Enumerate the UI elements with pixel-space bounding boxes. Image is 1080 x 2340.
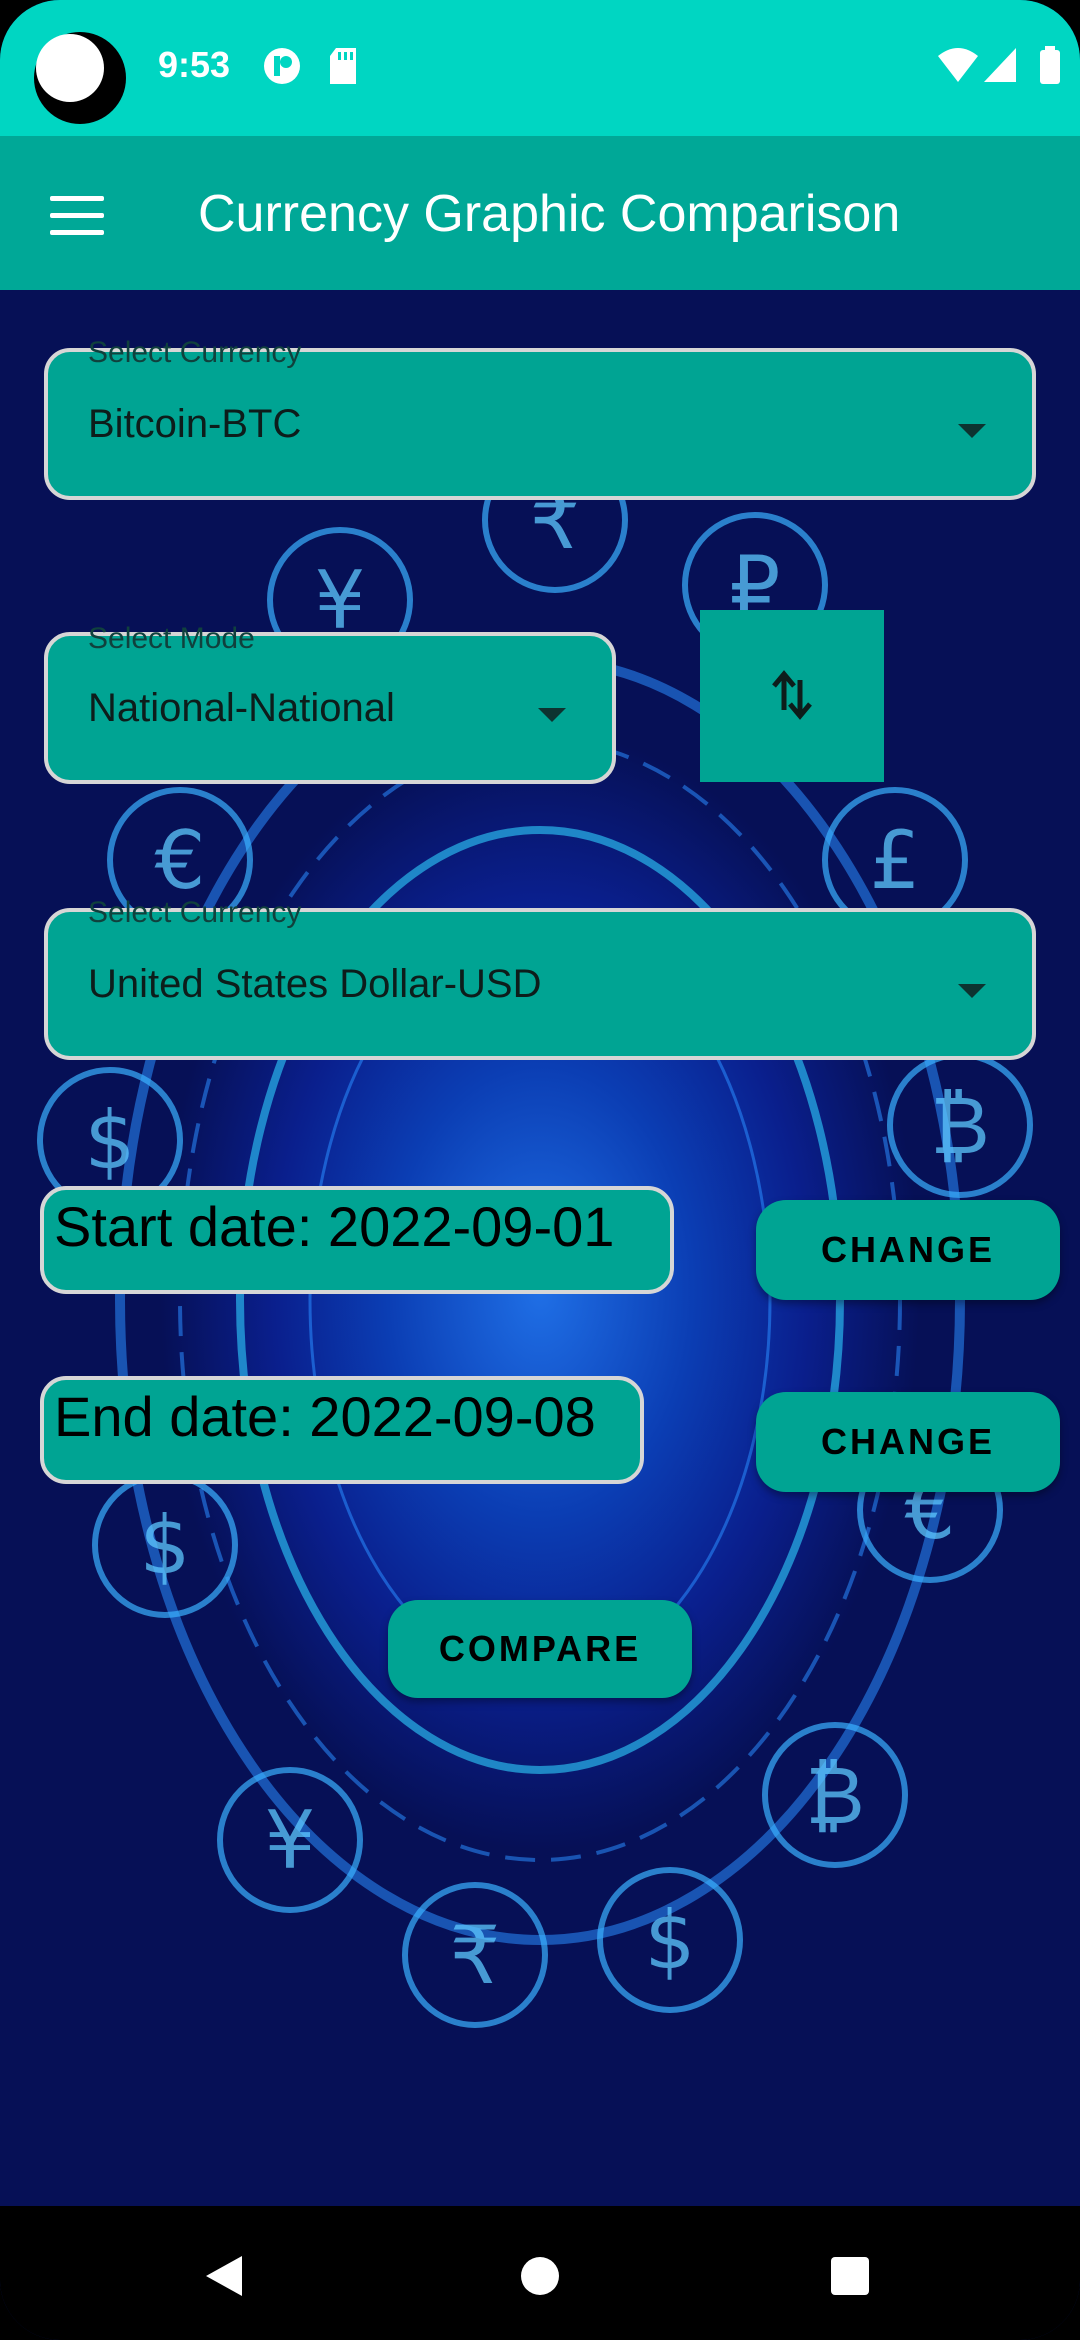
- mode-value: National-National: [88, 686, 395, 730]
- swap-currencies-button[interactable]: [700, 610, 884, 782]
- wifi-icon: [938, 48, 978, 82]
- currency-from-value: Bitcoin-BTC: [88, 402, 302, 446]
- currency-from-label: Select Currency: [88, 336, 302, 369]
- svg-text:¥: ¥: [265, 1794, 316, 1887]
- status-bar: 9:53: [0, 0, 1080, 136]
- end-date-text: End date: 2022-09-08: [54, 1385, 596, 1448]
- swap-vertical-icon: [772, 670, 812, 720]
- svg-text:€: €: [155, 814, 206, 907]
- compare-button[interactable]: COMPARE: [388, 1600, 692, 1698]
- currency-to-value: United States Dollar-USD: [88, 962, 542, 1006]
- battery-icon: [1040, 46, 1060, 84]
- svg-text:₿: ₿: [805, 1749, 864, 1842]
- status-time: 9:53: [158, 44, 231, 85]
- change-end-date-button[interactable]: CHANGE: [756, 1392, 1060, 1492]
- camera-cutout: [34, 32, 126, 124]
- end-date-display: End date: 2022-09-08: [40, 1376, 644, 1484]
- recents-icon[interactable]: [830, 2256, 870, 2296]
- signal-icon: [984, 48, 1016, 82]
- currency-to-label: Select Currency: [88, 896, 302, 929]
- svg-text:$: $: [645, 1894, 696, 1987]
- dropdown-arrow-icon: [958, 984, 986, 998]
- app-bar: Currency Graphic Comparison: [0, 136, 1080, 290]
- menu-icon[interactable]: [50, 196, 104, 236]
- svg-text:£: £: [870, 814, 921, 907]
- sd-card-icon: [330, 48, 356, 84]
- dropdown-arrow-icon: [958, 424, 986, 438]
- app-title: Currency Graphic Comparison: [198, 185, 901, 243]
- currency-from-select[interactable]: Bitcoin-BTC: [44, 348, 1036, 500]
- svg-text:$: $: [85, 1094, 136, 1187]
- mode-label: Select Mode: [88, 622, 255, 655]
- svg-text:₿: ₿: [930, 1079, 989, 1172]
- dropdown-arrow-icon: [538, 708, 566, 722]
- svg-text:₹: ₹: [450, 1909, 501, 2002]
- app-screen: 9:53 Currency Graphic Comparison ¥ ₹ ₽ €…: [0, 0, 1080, 2340]
- start-date-text: Start date: 2022-09-01: [54, 1195, 615, 1258]
- navigation-bar: [0, 2206, 1080, 2340]
- notification-app-icon: [264, 48, 300, 84]
- back-icon[interactable]: [204, 2254, 244, 2298]
- start-date-display: Start date: 2022-09-01: [40, 1186, 674, 1294]
- svg-text:$: $: [140, 1499, 191, 1592]
- currency-to-select[interactable]: United States Dollar-USD: [44, 908, 1036, 1060]
- change-start-date-button[interactable]: CHANGE: [756, 1200, 1060, 1300]
- home-icon[interactable]: [520, 2256, 560, 2296]
